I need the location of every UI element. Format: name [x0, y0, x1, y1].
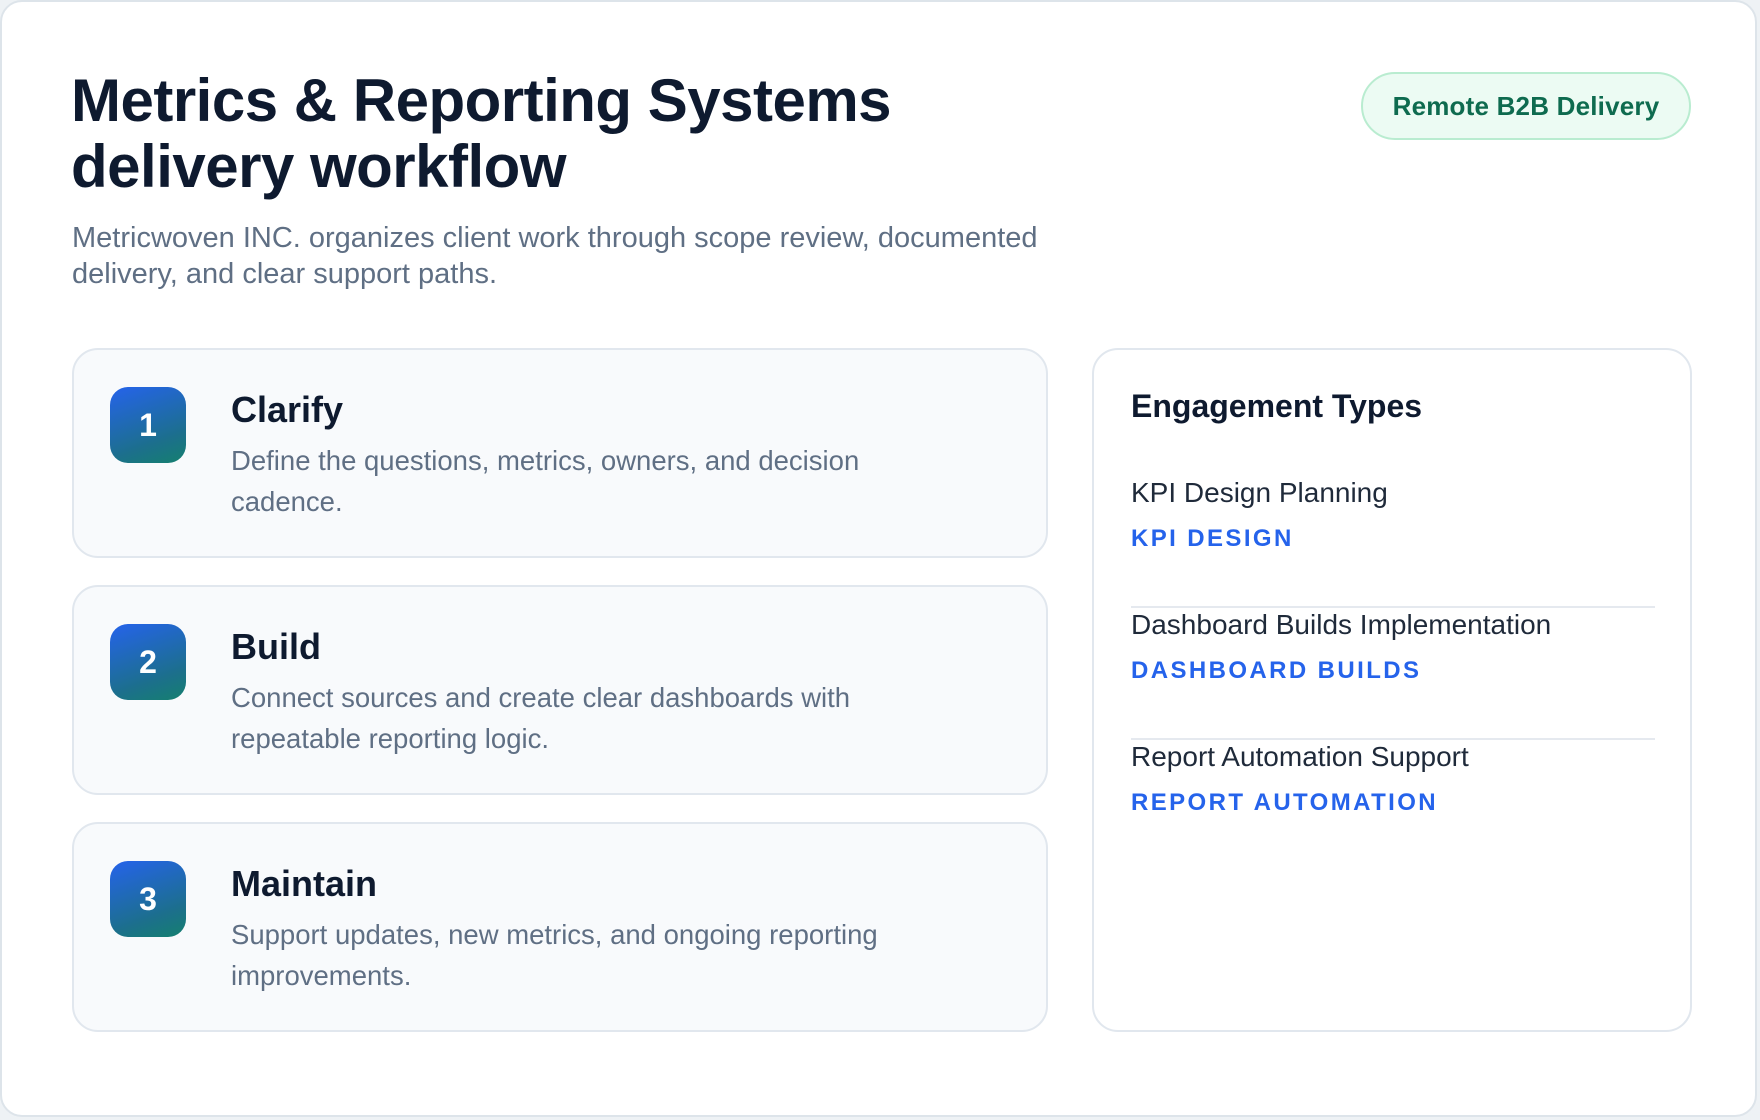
step-number-badge: 1: [110, 387, 186, 463]
engagement-tag: DASHBOARD BUILDS: [1131, 657, 1422, 684]
panel-title: Engagement Types: [1131, 388, 1423, 424]
delivery-badge: Remote B2B Delivery: [1361, 72, 1691, 140]
engagement-list: KPI Design Planning KPI DESIGN Dashboard…: [1131, 476, 1655, 872]
step-number-badge: 3: [110, 861, 186, 937]
step-description: Connect sources and create clear dashboa…: [231, 682, 851, 754]
step-card-maintain: 3 Maintain Support updates, new metrics,…: [72, 822, 1048, 1032]
engagement-tag: KPI DESIGN: [1131, 525, 1294, 552]
engagement-tag: REPORT AUTOMATION: [1131, 789, 1439, 816]
engagement-item-kpi-design: KPI Design Planning KPI DESIGN: [1131, 476, 1655, 608]
workflow-steps: 1 Clarify Define the questions, metrics,…: [72, 348, 1048, 1059]
engagement-item-report-automation: Report Automation Support REPORT AUTOMAT…: [1131, 740, 1655, 872]
step-title: Clarify: [231, 389, 344, 430]
page-subtitle: Metricwoven INC. organizes client work t…: [72, 222, 1038, 290]
workflow-card: Metrics & Reporting Systems delivery wor…: [0, 0, 1757, 1117]
step-description: Support updates, new metrics, and ongoin…: [231, 919, 878, 991]
engagement-item-dashboard-builds: Dashboard Builds Implementation DASHBOAR…: [1131, 608, 1655, 740]
step-card-build: 2 Build Connect sources and create clear…: [72, 585, 1048, 795]
engagement-name: Report Automation Support: [1131, 741, 1469, 772]
engagement-name: Dashboard Builds Implementation: [1131, 609, 1552, 640]
step-card-clarify: 1 Clarify Define the questions, metrics,…: [72, 348, 1048, 558]
step-description: Define the questions, metrics, owners, a…: [231, 445, 860, 517]
engagement-types-panel: Engagement Types KPI Design Planning KPI…: [1092, 348, 1692, 1032]
engagement-name: KPI Design Planning: [1131, 477, 1388, 508]
step-title: Build: [231, 626, 321, 667]
step-title: Maintain: [231, 863, 378, 904]
page-title: Metrics & Reporting Systems delivery wor…: [71, 67, 892, 200]
step-number-badge: 2: [110, 624, 186, 700]
